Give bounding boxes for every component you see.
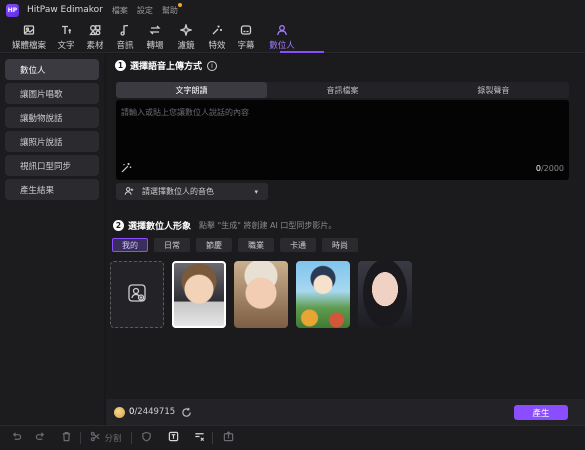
redo-icon xyxy=(35,431,46,445)
tool-subtitle[interactable]: 字幕 xyxy=(232,20,260,53)
text-icon xyxy=(59,23,73,37)
menu-help[interactable]: 幫助 xyxy=(162,2,182,16)
step2-header: 2 選擇數位人形象 點擊 "生成" 將創建 AI 口型同步影片。 xyxy=(113,219,336,232)
step2-number: 2 xyxy=(113,220,124,231)
media-icon xyxy=(22,23,36,37)
notification-dot xyxy=(177,2,182,7)
filter-daily[interactable]: 日常 xyxy=(154,238,190,252)
sidebar: 數位人 讓圖片唱歌 讓動物說話 讓照片說話 視訊口型同步 產生結果 xyxy=(0,54,104,425)
tab-record-voice[interactable]: 錄製聲音 xyxy=(418,82,569,98)
tool-audio[interactable]: 音訊 xyxy=(110,20,140,53)
tab-text-to-speech[interactable]: 文字朗讀 xyxy=(116,82,267,98)
subtitle-edit-button[interactable] xyxy=(186,426,212,450)
scissors-icon xyxy=(90,431,101,445)
effects-icon xyxy=(210,23,224,37)
tab-audio-file[interactable]: 音訊檔案 xyxy=(267,82,418,98)
timeline-toolbar: 分割 xyxy=(0,425,585,450)
text-tool-button[interactable] xyxy=(160,426,186,450)
delete-button[interactable] xyxy=(52,426,80,450)
tool-effects[interactable]: 特效 xyxy=(202,20,232,53)
voice-select-dropdown[interactable]: 請選擇數位人的音色 ▾ xyxy=(116,183,268,200)
sidebar-item-talking-animal[interactable]: 讓動物說話 xyxy=(5,107,99,128)
avatar-baby-headphones[interactable] xyxy=(172,261,226,328)
step2-title: 選擇數位人形象 xyxy=(128,222,192,232)
marker-button[interactable] xyxy=(132,426,160,450)
sidebar-item-singing-photo[interactable]: 讓圖片唱歌 xyxy=(5,83,99,104)
digital-human-icon xyxy=(275,23,289,37)
add-user-icon xyxy=(127,283,147,306)
avatar-category-filters: 我的 日常 節慶 職業 卡通 時尚 xyxy=(112,238,364,252)
step1-title: 選擇語音上傳方式 xyxy=(130,62,203,72)
undo-icon xyxy=(11,431,22,445)
filter-cartoon[interactable]: 卡通 xyxy=(280,238,316,252)
avatar-anime-boy[interactable] xyxy=(296,261,350,328)
sidebar-item-results[interactable]: 產生結果 xyxy=(5,179,99,200)
char-counter: 0/2000 xyxy=(535,164,564,173)
chevron-down-icon: ▾ xyxy=(254,187,258,196)
info-icon[interactable]: i xyxy=(207,60,218,71)
sidebar-item-talking-photo[interactable]: 讓照片說話 xyxy=(5,131,99,152)
text-box-icon xyxy=(168,431,179,445)
avatar-grid xyxy=(110,261,420,328)
music-icon xyxy=(118,23,132,37)
title-bar: HP HitPaw Edimakor 檔案 設定 幫助 xyxy=(0,0,585,20)
split-label: 分割 xyxy=(104,434,122,444)
undo-button[interactable] xyxy=(4,426,28,450)
script-placeholder: 請輸入或貼上您讓數位人說話的內容 xyxy=(121,108,249,117)
app-logo: HP xyxy=(6,3,19,17)
avatar-woman-portrait[interactable] xyxy=(358,261,412,328)
menu-file[interactable]: 檔案 xyxy=(112,5,128,16)
export-frame-button[interactable] xyxy=(213,426,243,450)
subtitle-icon xyxy=(239,23,253,37)
tool-digital-human[interactable]: 數位人 xyxy=(260,20,304,53)
coin-icon xyxy=(114,406,125,418)
step1-header: 1 選擇語音上傳方式 i xyxy=(115,59,218,72)
voice-source-tabs: 文字朗讀 音訊檔案 錄製聲音 xyxy=(116,82,569,98)
main-panel: 1 選擇語音上傳方式 i 文字朗讀 音訊檔案 錄製聲音 請輸入或貼上您讓數位人說… xyxy=(106,54,585,425)
subtitle-edit-icon xyxy=(194,431,205,445)
transition-icon xyxy=(148,23,162,37)
step2-hint: 點擊 "生成" 將創建 AI 口型同步影片。 xyxy=(199,221,337,230)
refresh-icon[interactable] xyxy=(181,407,192,418)
avatar-baby-knit-hat[interactable] xyxy=(234,261,288,328)
step1-number: 1 xyxy=(115,60,126,71)
split-button[interactable]: 分割 xyxy=(81,426,131,450)
assets-icon xyxy=(88,23,102,37)
credits-display: 0/2449715 xyxy=(129,407,176,417)
menu-settings[interactable]: 設定 xyxy=(137,5,153,16)
main-toolbar: 媒體檔案 文字 素材 音訊 轉場 濾鏡 特效 字幕 數位人 xyxy=(0,20,585,53)
trash-icon xyxy=(61,431,72,445)
export-icon xyxy=(223,431,234,445)
active-tool-indicator xyxy=(280,51,324,53)
filter-fashion[interactable]: 時尚 xyxy=(322,238,358,252)
generate-footer: 0/2449715 產生 xyxy=(106,399,585,425)
tool-media[interactable]: 媒體檔案 xyxy=(6,20,52,53)
voice-select-label: 請選擇數位人的音色 xyxy=(142,187,214,196)
tool-transition[interactable]: 轉場 xyxy=(140,20,170,53)
filter-festival[interactable]: 節慶 xyxy=(196,238,232,252)
upload-avatar-button[interactable] xyxy=(110,261,164,328)
script-textarea[interactable]: 請輸入或貼上您讓數位人說話的內容 0/2000 xyxy=(116,100,569,180)
tool-assets[interactable]: 素材 xyxy=(80,20,110,53)
tool-filter[interactable]: 濾鏡 xyxy=(170,20,202,53)
filter-icon xyxy=(179,23,193,37)
filter-profession[interactable]: 職業 xyxy=(238,238,274,252)
sidebar-item-digital-human[interactable]: 數位人 xyxy=(5,59,99,80)
magic-wand-icon[interactable] xyxy=(120,162,132,174)
app-name: HitPaw Edimakor xyxy=(27,5,103,15)
sidebar-item-lip-sync[interactable]: 視訊口型同步 xyxy=(5,155,99,176)
voice-person-icon xyxy=(124,186,134,198)
generate-button[interactable]: 產生 xyxy=(514,405,568,420)
tool-text[interactable]: 文字 xyxy=(52,20,80,53)
shield-icon xyxy=(141,431,152,445)
redo-button[interactable] xyxy=(28,426,52,450)
filter-mine[interactable]: 我的 xyxy=(112,238,148,252)
